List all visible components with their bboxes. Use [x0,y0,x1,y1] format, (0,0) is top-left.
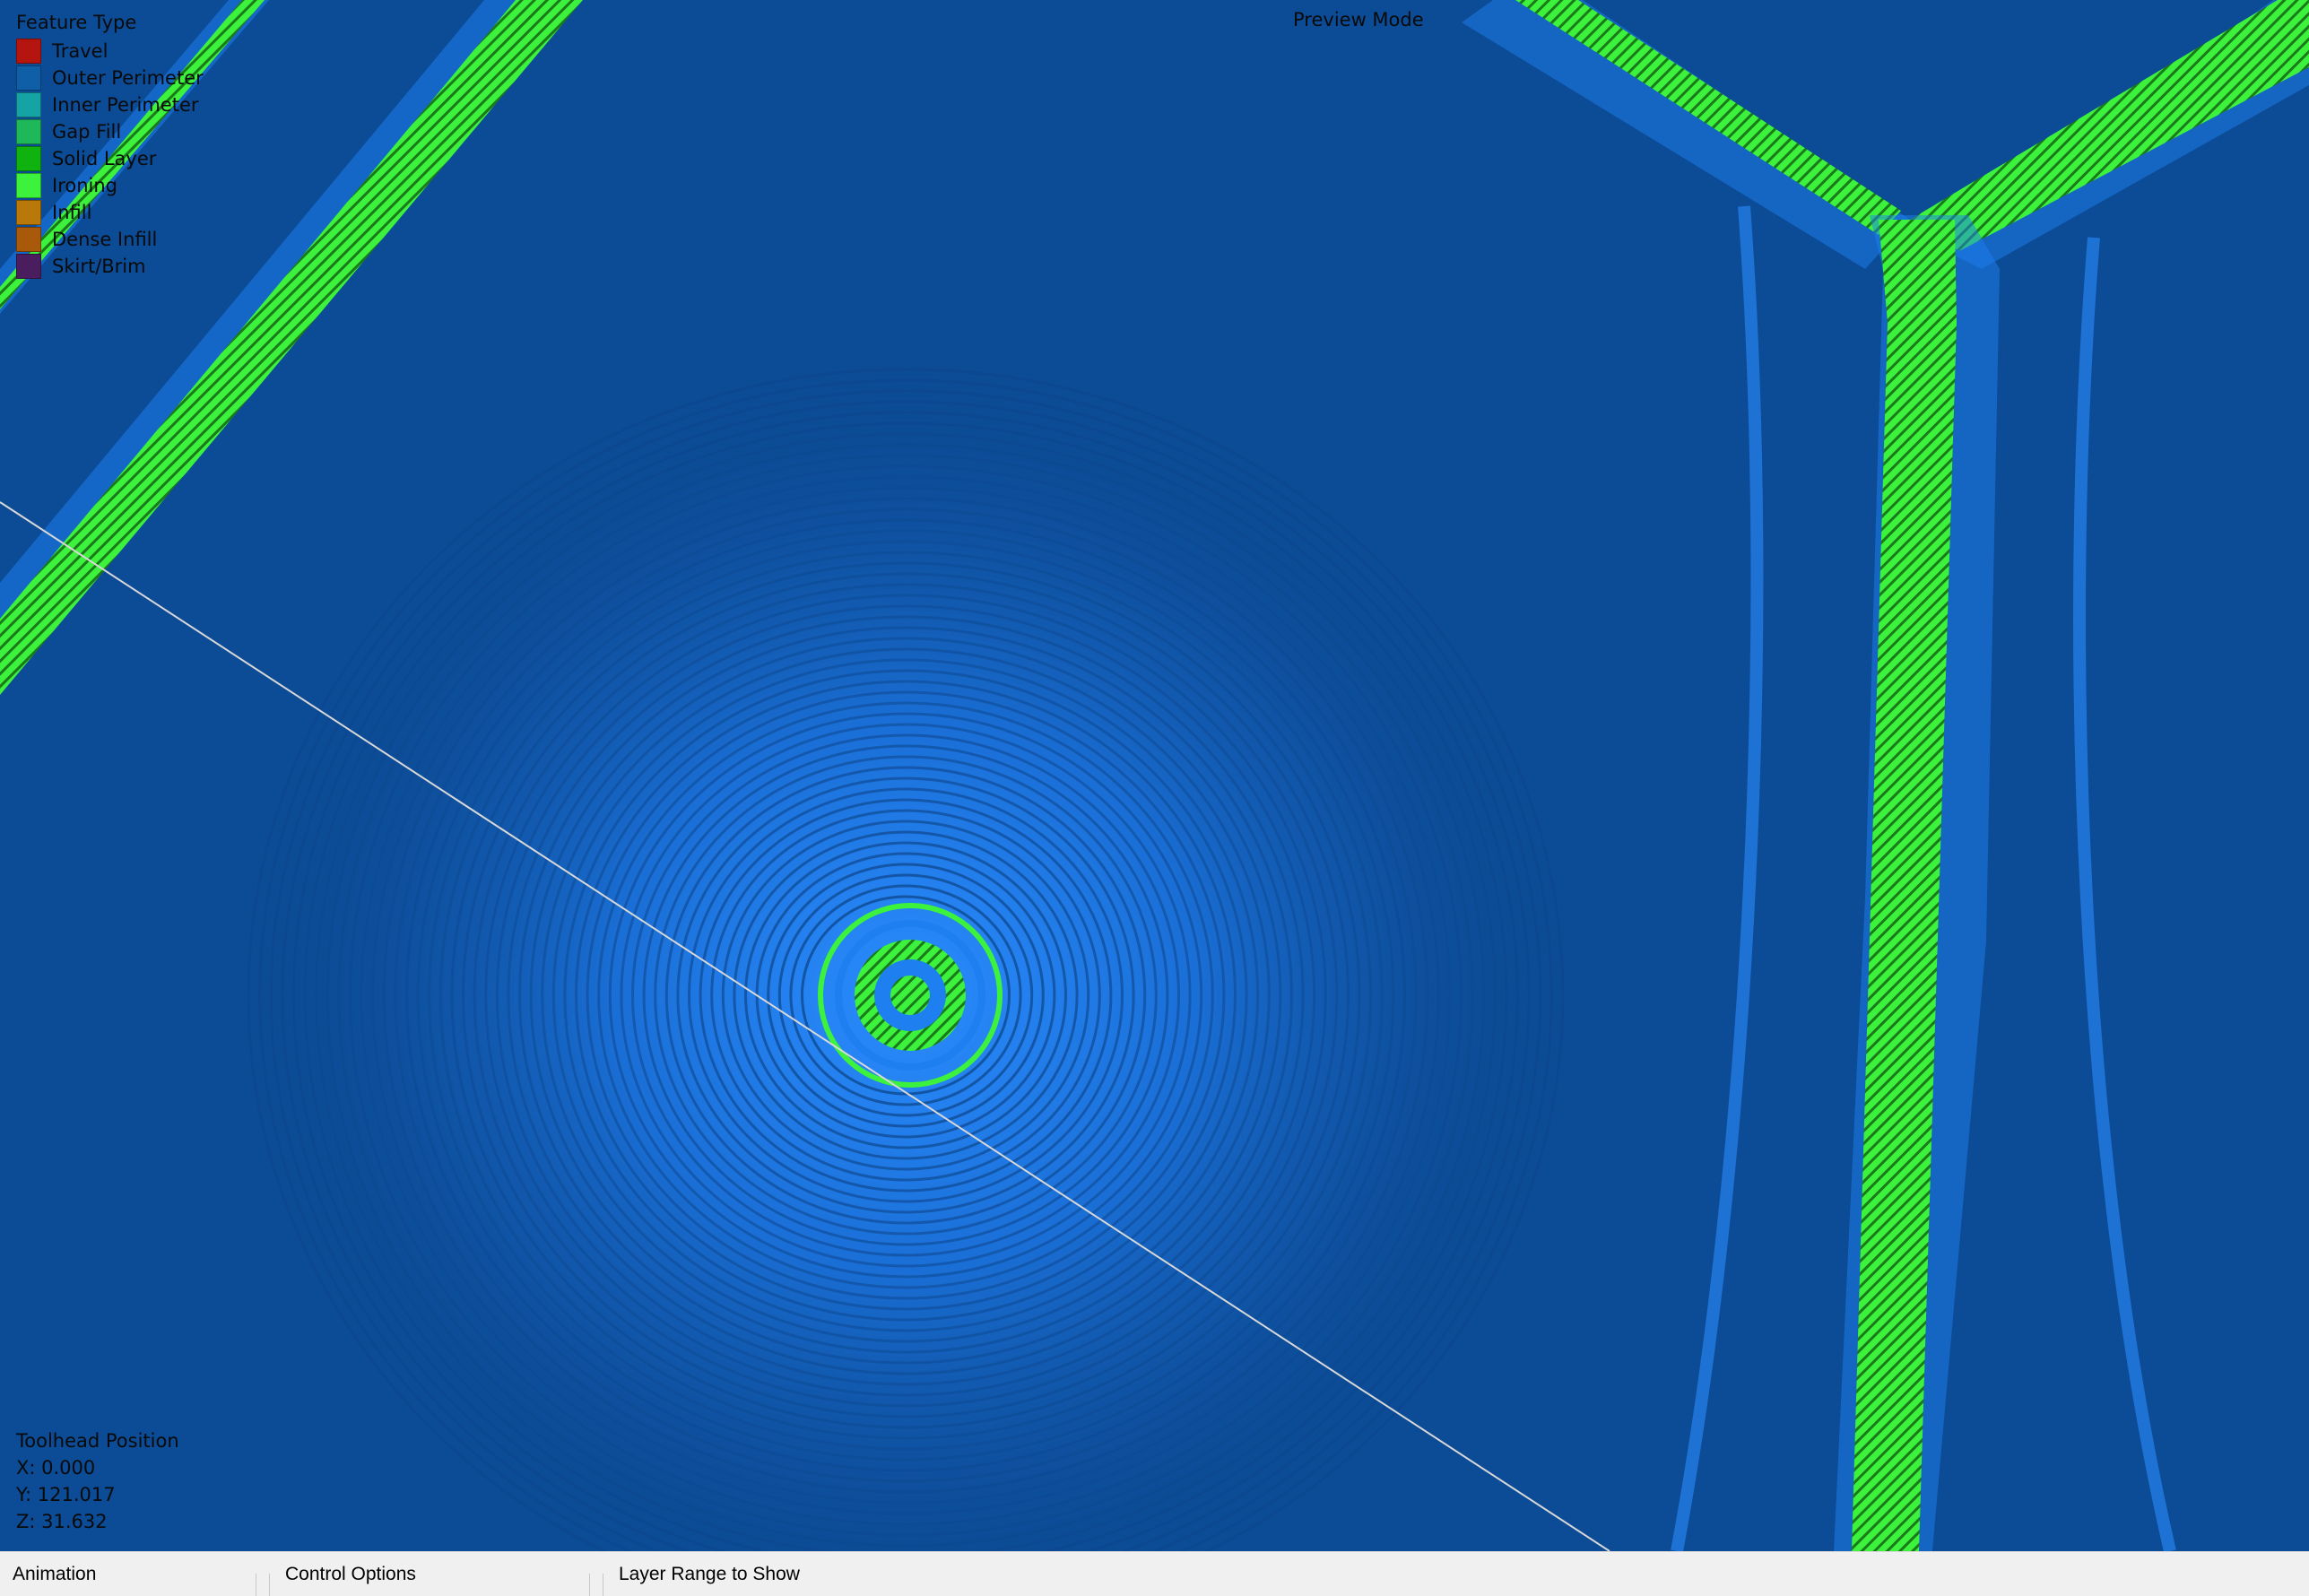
legend-label: Gap Fill [52,121,122,143]
legend-label: Infill [52,202,92,223]
legend-item: Infill [16,199,204,226]
legend-swatch [16,173,41,198]
toolhead-z: Z: 31.632 [16,1511,108,1532]
legend-swatch [16,146,41,171]
legend-swatch [16,39,41,64]
preview-mode-label: Preview Mode [1293,9,1424,30]
tab-control-options[interactable]: Control Options [285,1552,416,1596]
feature-type-legend: Feature Type Travel Outer Perimeter Inner … [16,9,204,280]
right-wall [1462,0,2309,1551]
legend-swatch [16,227,41,252]
toolhead-y: Y: 121.017 [16,1484,116,1505]
legend-item: Solid Layer [16,145,204,172]
legend-item: Travel [16,38,204,65]
legend-swatch [16,254,41,279]
toolpath-render [0,0,2309,1551]
legend-item: Skirt/Brim [16,253,204,280]
tab-layer-range[interactable]: Layer Range to Show [619,1552,800,1596]
legend-swatch [16,92,41,117]
legend-label: Solid Layer [52,148,157,169]
legend-title: Feature Type [16,12,137,33]
legend-swatch [16,200,41,225]
legend-item: Outer Perimeter [16,65,204,91]
legend-label: Dense Infill [52,229,158,250]
legend-item: Gap Fill [16,118,204,145]
legend-label: Ironing [52,175,117,196]
tab-divider [589,1574,590,1596]
tab-animation[interactable]: Animation [13,1552,96,1596]
legend-item: Dense Infill [16,226,204,253]
legend-item: Ironing [16,172,204,199]
toolhead-title: Toolhead Position [16,1430,179,1452]
bottom-panel-bar: Animation Control Options Layer Range to… [0,1551,2309,1596]
tab-divider [269,1574,270,1596]
legend-item: Inner Perimeter [16,91,204,118]
legend-label: Outer Perimeter [52,67,204,89]
gcode-preview-viewport[interactable]: Feature Type Travel Outer Perimeter Inner … [0,0,2309,1551]
legend-label: Travel [52,40,109,62]
legend-swatch [16,119,41,144]
legend-label: Skirt/Brim [52,256,146,277]
legend-label: Inner Perimeter [52,94,199,116]
toolhead-position-panel: Toolhead Position X: 0.000 Y: 121.017 Z:… [16,1427,179,1535]
toolhead-x: X: 0.000 [16,1457,96,1479]
legend-swatch [16,65,41,91]
